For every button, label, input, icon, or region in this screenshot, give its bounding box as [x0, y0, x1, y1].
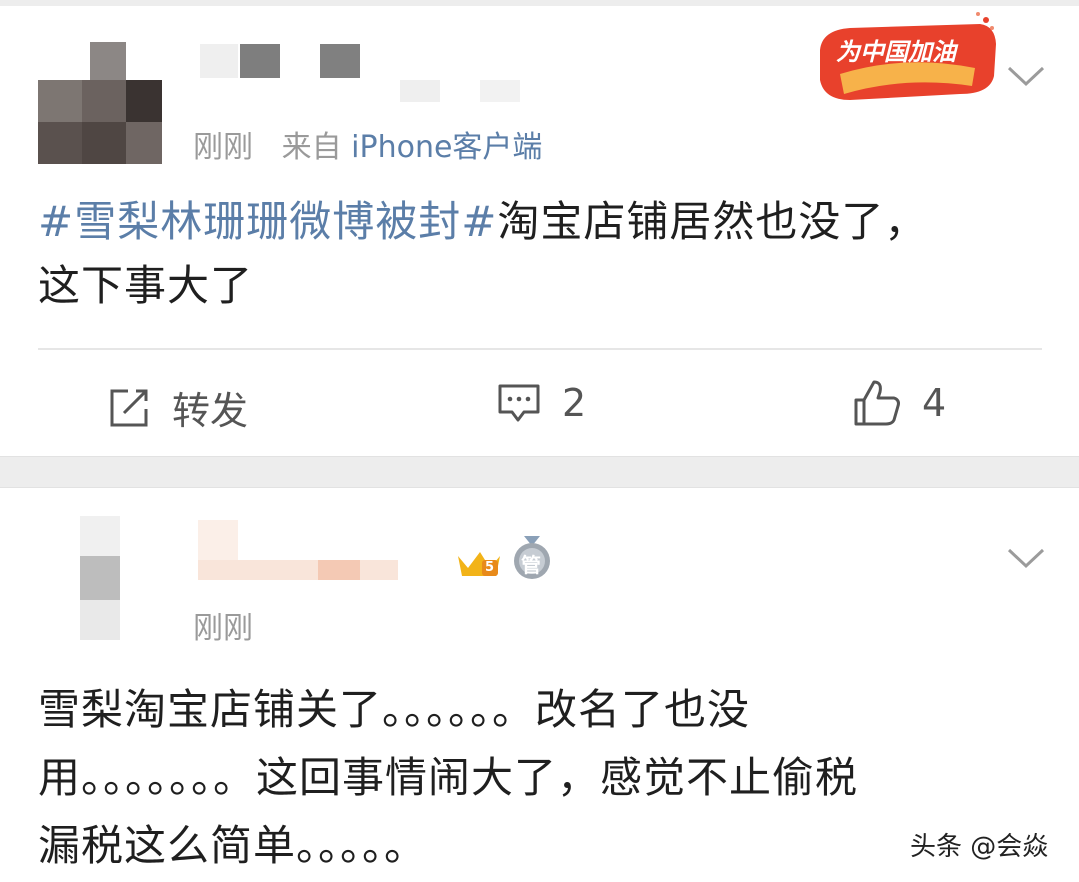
level-badge: 5 — [456, 548, 502, 578]
comment-line: 雪梨淘宝店铺关了。。。。。。改名了也没 — [38, 685, 751, 734]
comment-button[interactable]: 2 — [496, 380, 586, 426]
avatar[interactable] — [38, 42, 162, 164]
badge-text: 为中国加油 — [836, 38, 956, 66]
username-blurred[interactable] — [198, 520, 408, 582]
crown-level-icon — [458, 552, 500, 576]
repost-label: 转发 — [172, 389, 249, 433]
section-separator — [0, 456, 1079, 488]
comment-icon — [498, 384, 540, 422]
source-prefix: 来自 — [281, 130, 342, 165]
comment-text: 雪梨淘宝店铺关了。。。。。。改名了也没 用。。。。。。。这回事情闹大了，感觉不止… — [38, 676, 1058, 880]
chevron-down-icon[interactable] — [1006, 64, 1046, 90]
topic-link[interactable]: #雪梨林珊珊微博被封# — [38, 197, 497, 246]
username-blurred[interactable] — [196, 40, 526, 110]
comment-line: 漏税这么简单。。。。。 — [38, 821, 428, 870]
comment-time: 刚刚 — [193, 611, 253, 646]
repost-icon — [110, 389, 148, 426]
repost-button[interactable]: 转发 — [106, 380, 248, 435]
post-time: 刚刚 — [193, 130, 253, 165]
comment-count: 2 — [562, 381, 587, 425]
post-text-line2: 这下事大了 — [38, 261, 254, 310]
like-button[interactable]: 4 — [852, 378, 946, 428]
divider — [38, 348, 1042, 350]
level-number: 5 — [485, 560, 495, 575]
like-count: 4 — [922, 381, 947, 425]
watermark: 头条 @会焱 — [910, 832, 1049, 862]
comment-line: 用。。。。。。。这回事情闹大了，感觉不止偷税 — [38, 753, 859, 802]
medal-char: 管 — [521, 553, 541, 577]
cheer-badge: 为中国加油 — [810, 10, 1000, 110]
chevron-down-icon[interactable] — [1006, 546, 1046, 572]
post-text: #雪梨林珊珊微博被封#淘宝店铺居然也没了， 这下事大了 — [38, 190, 1038, 318]
medal-badge: 管 — [512, 536, 552, 580]
avatar[interactable] — [40, 516, 160, 640]
top-separator — [0, 0, 1079, 6]
like-icon — [854, 380, 900, 426]
post-meta: 刚刚 来自 iPhone客户端 — [193, 122, 542, 166]
post-text-line1: 淘宝店铺居然也没了， — [497, 197, 928, 246]
source-app[interactable]: iPhone客户端 — [351, 130, 542, 165]
